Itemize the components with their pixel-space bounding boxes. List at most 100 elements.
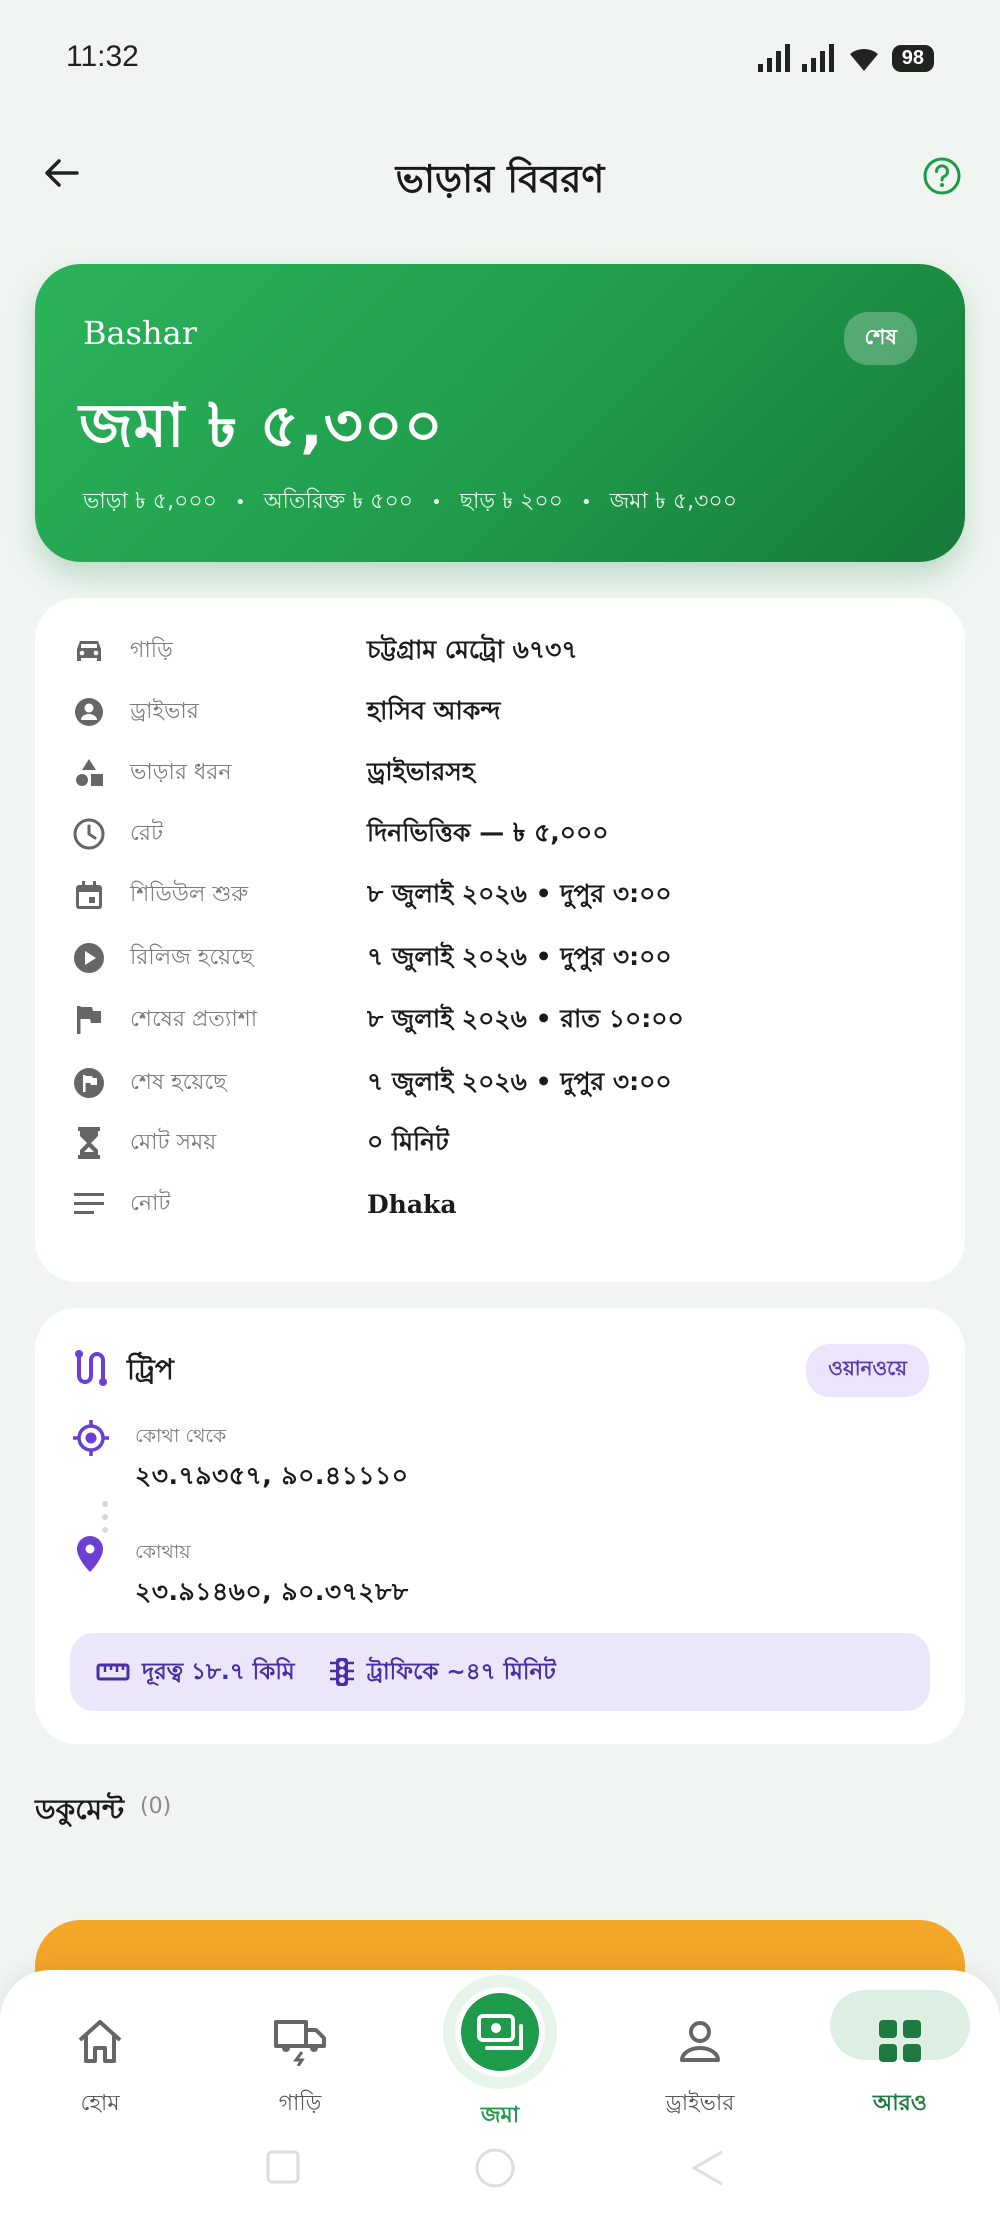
- amount-breakdown: ভাড়া ৳ ৫,০০০ • অতিরিক্ত ৳ ৫০০ • ছাড় ৳ …: [83, 484, 737, 521]
- status-icons: 98: [757, 44, 934, 72]
- clock-icon: [69, 814, 109, 854]
- extra-amount: অতিরিক্ত ৳ ৫০০: [263, 489, 414, 514]
- notes-icon: [69, 1184, 109, 1224]
- crosshair-icon: [73, 1420, 109, 1456]
- separator-dot: •: [431, 492, 442, 513]
- detail-row-vehicle: গাড়ি চট্টগ্রাম মেট্রো ৬৭৩৭: [35, 626, 965, 676]
- trip-type-badge: ওয়ানওয়ে: [806, 1344, 929, 1397]
- nav-item-drivers[interactable]: ড্রাইভার: [630, 1970, 770, 2123]
- detail-row-schedule-start: শিডিউল শুরু ৮ জুলাই ২০২৬ • দুপুর ৩:০০: [35, 870, 965, 920]
- battery-badge: 98: [891, 44, 934, 72]
- to-label: কোথায়: [135, 1541, 191, 1563]
- grid-icon: [830, 2006, 970, 2076]
- recents-button[interactable]: [264, 2148, 302, 2186]
- system-navigation-bar: [0, 2138, 1000, 2198]
- detail-label: ভাড়ার ধরন: [130, 759, 232, 785]
- detail-label: রিলিজ হয়েছে: [130, 944, 254, 970]
- detail-row-released: রিলিজ হয়েছে ৭ জুলাই ২০২৬ • দুপুর ৩:০০: [35, 933, 965, 983]
- trip-info-bar: দূরত্ব ১৮.৭ কিমি ট্রাফিকে ~৪৭ মিনিট: [70, 1633, 930, 1711]
- deposit-summary-card: Bashar শেষ জমা ৳ ৫,৩০০ ভাড়া ৳ ৫,০০০ • অ…: [35, 264, 965, 562]
- nav-label-more: আরও: [873, 2091, 927, 2116]
- detail-value: Dhaka: [367, 1189, 457, 1219]
- back-nav-button[interactable]: [688, 2148, 728, 2188]
- detail-value: ০ মিনিট: [367, 1126, 449, 1156]
- shapes-icon: [69, 753, 109, 793]
- nav-label-drivers: ড্রাইভার: [665, 2091, 735, 2116]
- total-deposit-amount: জমা ৳ ৫,৩০০: [609, 489, 737, 514]
- deposit-fab-button[interactable]: [455, 1987, 545, 2077]
- deposit-amount: জমা ৳ ৫,৩০০: [79, 391, 444, 461]
- flag-icon: [69, 1000, 109, 1040]
- signal-icon-2: [801, 44, 834, 72]
- detail-value: ৭ জুলাই ২০২৬ • দুপুর ৩:০০: [367, 941, 672, 971]
- cash-icon: [477, 2014, 523, 2050]
- detail-value: দিনভিত্তিক — ৳ ৫,০০০: [367, 817, 609, 847]
- home-icon: [30, 2006, 170, 2076]
- rent-amount: ভাড়া ৳ ৫,০০০: [83, 489, 217, 514]
- signal-icon: [757, 44, 790, 72]
- detail-row-rental-type: ভাড়ার ধরন ড্রাইভারসহ: [35, 748, 965, 798]
- detail-value: চট্টগ্রাম মেট্রো ৬৭৩৭: [367, 634, 578, 664]
- to-coordinates: ২৩.৯১৪৬০, ৯০.৩৭২৮৮: [135, 1577, 409, 1606]
- discount-amount: ছাড় ৳ ২০০: [459, 489, 563, 514]
- detail-label: ড্রাইভার: [130, 698, 199, 724]
- home-button[interactable]: [473, 2146, 517, 2190]
- page-title: ভাড়ার বিবরণ: [395, 157, 605, 201]
- bottom-navigation: হোম গাড়ি জমা ড্রাইভার আরও: [0, 1970, 1000, 2225]
- nav-item-more[interactable]: আরও: [830, 1970, 970, 2123]
- detail-label: রেট: [130, 820, 164, 846]
- help-icon: [923, 157, 961, 195]
- detail-label: শেষের প্রত্যাশা: [130, 1006, 258, 1032]
- ruler-icon: [96, 1663, 130, 1681]
- detail-row-ended: শেষ হয়েছে ৭ জুলাই ২০২৬ • দুপুর ৩:০০: [35, 1058, 965, 1108]
- detail-value: ড্রাইভারসহ: [367, 756, 475, 786]
- detail-row-expected-end: শেষের প্রত্যাশা ৮ জুলাই ২০২৬ • রাত ১০:০০: [35, 995, 965, 1045]
- detail-row-driver: ড্রাইভার হাসিব আকন্দ: [35, 687, 965, 737]
- documents-count: (0): [140, 1794, 172, 1819]
- detail-label: মোট সময়: [130, 1129, 217, 1155]
- person-icon: [630, 2006, 770, 2076]
- traffic-light-icon: [329, 1658, 354, 1686]
- wifi-icon: [849, 48, 878, 71]
- play-icon: [69, 938, 109, 978]
- customer-name: Bashar: [83, 314, 197, 352]
- trip-title: ট্রিপ: [127, 1353, 174, 1386]
- nav-item-vehicles[interactable]: গাড়ি: [230, 1970, 370, 2123]
- nav-label-home: হোম: [80, 2091, 120, 2116]
- hourglass-icon: [69, 1123, 109, 1163]
- detail-value: ৭ জুলাই ২০২৬ • দুপুর ৩:০০: [367, 1066, 672, 1096]
- location-pin-icon: [77, 1536, 103, 1572]
- detail-row-rate: রেট দিনভিত্তিক — ৳ ৫,০০০: [35, 809, 965, 859]
- route-icon: [75, 1350, 107, 1386]
- detail-label: শিডিউল শুরু: [130, 881, 249, 907]
- nav-item-home[interactable]: হোম: [30, 1970, 170, 2123]
- rental-details-card: গাড়ি চট্টগ্রাম মেট্রো ৬৭৩৭ ড্রাইভার হাস…: [35, 598, 965, 1282]
- detail-row-total-time: মোট সময় ০ মিনিট: [35, 1118, 965, 1168]
- detail-value: ৮ জুলাই ২০২৬ • দুপুর ৩:০০: [367, 878, 672, 908]
- separator-dot: •: [580, 492, 592, 513]
- detail-row-note: নোট Dhaka: [35, 1179, 965, 1229]
- documents-title: ডকুমেন্ট: [35, 1793, 125, 1826]
- detail-label: শেষ হয়েছে: [130, 1069, 227, 1095]
- flag-circle-icon: [69, 1063, 109, 1103]
- nav-label-vehicles: গাড়ি: [278, 2091, 322, 2116]
- car-icon: [69, 631, 109, 671]
- status-time: 11:32: [66, 40, 139, 73]
- trip-card: ট্রিপ ওয়ানওয়ে কোথা থেকে ২৩.৭৯৩৫৭, ৯০.৪…: [35, 1308, 965, 1744]
- detail-value: ৮ জুলাই ২০২৬ • রাত ১০:০০: [367, 1003, 684, 1033]
- vehicle-icon: [230, 2006, 370, 2076]
- calendar-icon: [69, 875, 109, 915]
- nav-label-deposit: জমা: [480, 2103, 520, 2128]
- status-badge: শেষ: [844, 312, 917, 365]
- detail-label: নোট: [130, 1190, 171, 1216]
- from-label: কোথা থেকে: [135, 1425, 227, 1447]
- from-coordinates: ২৩.৭৯৩৫৭, ৯০.৪১১১০: [135, 1461, 409, 1490]
- driver-icon: [69, 692, 109, 732]
- separator-dot: •: [234, 492, 246, 513]
- help-button[interactable]: [922, 156, 962, 196]
- route-dots: [102, 1501, 108, 1533]
- detail-value: হাসিব আকন্দ: [367, 695, 501, 725]
- detail-label: গাড়ি: [130, 637, 173, 663]
- distance-text: দূরত্ব ১৮.৭ কিমি: [142, 1658, 295, 1685]
- traffic-time-text: ট্রাফিকে ~৪৭ মিনিট: [366, 1658, 556, 1685]
